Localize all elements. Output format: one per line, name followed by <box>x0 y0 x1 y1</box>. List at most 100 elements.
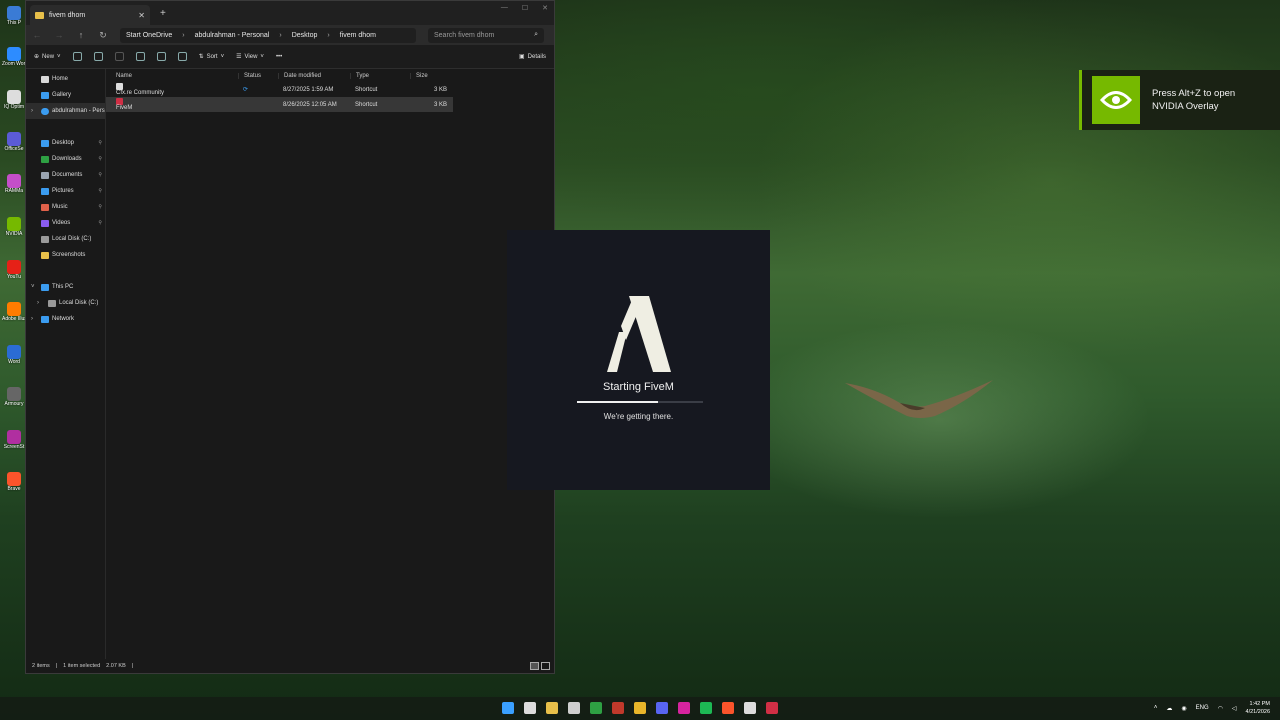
search-icon[interactable] <box>524 702 536 714</box>
discord-icon[interactable] <box>656 702 668 714</box>
navigation-pane: Home Gallery › abdulrahman - Pers Desktop… <box>26 69 106 659</box>
table-row[interactable]: FiveM 8/26/2025 12:05 AM Shortcut 3 KB <box>106 97 453 112</box>
column-status[interactable]: Status <box>238 72 278 79</box>
desktop-shortcut-label: Zoom Workpl <box>2 61 26 67</box>
desktop-shortcut[interactable]: YouTu <box>2 260 26 280</box>
breadcrumb-item[interactable]: fivem dhom <box>340 32 376 39</box>
breadcrumb[interactable]: Start OneDrive › abdulrahman - Personal … <box>120 27 416 43</box>
xbox-icon[interactable] <box>590 702 602 714</box>
delete-icon[interactable] <box>177 52 187 61</box>
nav-item-quick[interactable]: Downloads ⚲ <box>26 151 105 167</box>
cut-icon[interactable] <box>72 52 82 61</box>
pin-icon[interactable]: ⚲ <box>98 220 102 226</box>
store-icon[interactable] <box>568 702 580 714</box>
refresh-icon[interactable]: ↻ <box>98 30 108 41</box>
more-options-button[interactable]: ••• <box>276 54 282 60</box>
pin-icon[interactable]: ⚲ <box>98 204 102 210</box>
nav-item-quick[interactable]: Desktop ⚲ <box>26 135 105 151</box>
wifi-icon[interactable]: ◠ <box>1218 705 1223 712</box>
nav-item-quick[interactable]: Pictures ⚲ <box>26 183 105 199</box>
start-icon[interactable] <box>502 702 514 714</box>
tab-fivem-dhom[interactable]: fivem dhom ✕ <box>30 5 150 25</box>
pin-icon[interactable]: ⚲ <box>98 156 102 162</box>
sort-button[interactable]: ⇅ Sort ˅ <box>199 53 225 61</box>
paste-icon[interactable] <box>114 52 124 61</box>
breadcrumb-item[interactable]: Desktop <box>292 32 318 39</box>
desktop-shortcut[interactable]: Armoury <box>2 387 26 407</box>
chevron-up-icon[interactable]: ˄ <box>1154 705 1158 711</box>
nav-item-network[interactable]: › Network <box>26 311 105 327</box>
pin-icon[interactable]: ⚲ <box>98 172 102 178</box>
item-count: 2 items <box>32 663 50 669</box>
close-tab-icon[interactable]: ✕ <box>138 11 145 20</box>
column-date-modified[interactable]: Date modified <box>278 72 350 79</box>
close-window-icon[interactable]: ✕ <box>542 4 548 12</box>
app-icon <box>7 472 21 486</box>
pin-icon[interactable]: ⚲ <box>98 140 102 146</box>
nav-item-quick[interactable]: Documents ⚲ <box>26 167 105 183</box>
desktop-shortcut[interactable]: Brave <box>2 472 26 492</box>
instagram-icon[interactable] <box>678 702 690 714</box>
cloud-sync-icon[interactable]: ☁ <box>1166 705 1172 712</box>
progress-bar <box>577 401 703 403</box>
desktop-shortcut[interactable]: IQ Optim <box>2 90 26 110</box>
spotify-icon[interactable] <box>700 702 712 714</box>
chrome-icon[interactable] <box>634 702 646 714</box>
breadcrumb-item[interactable]: Start OneDrive <box>126 32 172 39</box>
desktop-shortcut[interactable]: Adobe Illustrat <box>2 302 26 322</box>
desktop-shortcut[interactable]: This P <box>2 6 26 26</box>
back-arrow-icon[interactable]: ← <box>32 30 42 40</box>
steam-icon[interactable] <box>744 702 756 714</box>
desktop-shortcut[interactable]: OfficeSe <box>2 132 26 152</box>
maximize-icon[interactable]: ☐ <box>522 4 528 12</box>
details-button[interactable]: ▣ Details <box>519 53 546 61</box>
pin-icon[interactable]: ⚲ <box>98 188 102 194</box>
up-arrow-icon[interactable]: ↑ <box>76 30 86 40</box>
column-type[interactable]: Type <box>350 72 410 79</box>
share-icon[interactable] <box>156 52 166 61</box>
clock[interactable]: 1:42 PM 4/21/2026 <box>1246 700 1270 716</box>
desktop-shortcut[interactable]: RAMMa <box>2 174 26 194</box>
rename-icon[interactable] <box>135 52 145 61</box>
nav-item-quick[interactable]: Local Disk (C:) <box>26 231 105 247</box>
copy-icon[interactable] <box>93 52 103 61</box>
chevron-right-icon[interactable]: › <box>31 108 33 114</box>
new-tab-button[interactable]: + <box>160 8 166 19</box>
new-button[interactable]: ⊕ New ˅ <box>34 53 61 61</box>
forward-arrow-icon[interactable]: → <box>54 30 64 40</box>
nav-item-onedrive[interactable]: › abdulrahman - Pers <box>26 103 105 119</box>
column-name[interactable]: Name <box>106 73 238 79</box>
nav-item-quick[interactable]: Music ⚲ <box>26 199 105 215</box>
chevron-right-icon[interactable]: › <box>37 300 39 306</box>
desktop-shortcut[interactable]: Word <box>2 345 26 365</box>
volume-icon[interactable]: ◁ <box>1232 705 1237 712</box>
nav-item-quick[interactable]: Screenshots <box>26 247 105 263</box>
nav-item-gallery[interactable]: Gallery <box>26 87 105 103</box>
tiles-view-icon[interactable] <box>541 662 550 670</box>
desktop-shortcut[interactable]: NVIDIA <box>2 217 26 237</box>
chevron-right-icon: › <box>327 31 330 39</box>
mic-icon[interactable]: ◉ <box>1181 705 1186 712</box>
nav-label: Pictures <box>52 188 74 194</box>
breadcrumb-item[interactable]: abdulrahman - Personal <box>195 32 270 39</box>
file-explorer-icon[interactable] <box>546 702 558 714</box>
search-input[interactable]: Search fivem dhom ⌕ <box>428 27 544 43</box>
column-size[interactable]: Size <box>410 72 450 79</box>
details-view-icon[interactable] <box>530 662 539 670</box>
language-indicator[interactable]: ENG <box>1196 705 1209 711</box>
table-row[interactable]: Cfx.re Community ⟳ 8/27/2025 1:59 AM Shortc… <box>106 82 453 97</box>
desktop-shortcut[interactable]: ScreenSt <box>2 430 26 450</box>
desktop-shortcut[interactable]: Zoom Workpl <box>2 47 26 67</box>
brave-icon[interactable] <box>722 702 734 714</box>
nav-item-this-pc[interactable]: ˅ This PC <box>26 279 105 295</box>
nav-item-home[interactable]: Home <box>26 71 105 87</box>
nvidia-overlay-toast[interactable]: Press Alt+Z to open NVIDIA Overlay <box>1079 70 1280 130</box>
chevron-right-icon[interactable]: › <box>31 316 33 322</box>
nav-item-local-disk[interactable]: › Local Disk (C:) <box>26 295 105 311</box>
fivem-icon[interactable] <box>766 702 778 714</box>
view-button[interactable]: ☰ View ˅ <box>236 53 264 61</box>
app-red-icon[interactable] <box>612 702 624 714</box>
nav-item-quick[interactable]: Videos ⚲ <box>26 215 105 231</box>
chevron-down-icon[interactable]: ˅ <box>31 284 35 290</box>
minimize-icon[interactable]: — <box>501 4 508 12</box>
